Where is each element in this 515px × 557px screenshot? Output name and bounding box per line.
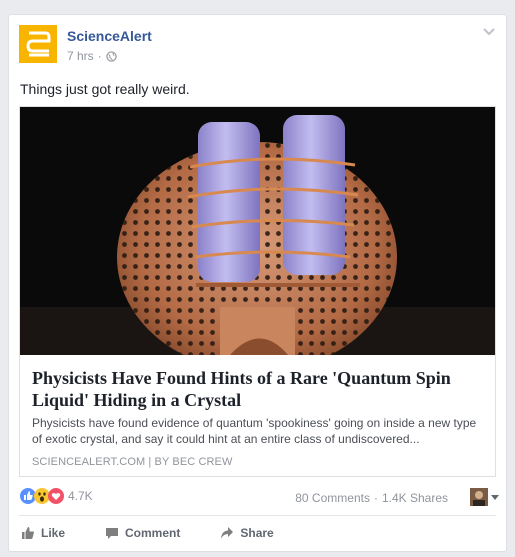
user-avatar-icon <box>470 488 488 506</box>
page-avatar[interactable] <box>19 25 57 63</box>
article-byline: BY BEC CREW <box>154 456 233 468</box>
actions-divider <box>19 515 496 516</box>
comment-icon <box>106 528 119 539</box>
caret-down-icon[interactable] <box>491 495 499 500</box>
globe-icon[interactable] <box>106 50 117 62</box>
news-feed-post: ScienceAlert 7 hrs · Things just got rea… <box>8 14 507 552</box>
chevron-down-icon[interactable] <box>482 27 496 37</box>
share-button[interactable]: Share <box>220 526 274 540</box>
article-source: SCIENCEALERT.COM | BY BEC CREW <box>32 456 232 468</box>
post-message: Things just got really weird. <box>20 81 190 97</box>
crystal-photo-image <box>20 107 495 372</box>
sciencealert-logo-icon <box>19 25 57 63</box>
comments-count[interactable]: 80 Comments <box>295 491 370 505</box>
post-meta: 7 hrs · <box>67 49 117 63</box>
meta-separator: · <box>97 49 102 63</box>
share-arrow-icon <box>221 527 234 539</box>
like-button[interactable]: Like <box>21 526 65 540</box>
comment-button[interactable]: Comment <box>105 526 180 540</box>
article-description: Physicists have found evidence of quantu… <box>32 416 477 446</box>
comment-label: Comment <box>125 526 181 540</box>
link-preview-card[interactable]: Physicists Have Found Hints of a Rare 'Q… <box>19 106 496 477</box>
stats-separator: · <box>373 491 378 505</box>
shares-count[interactable]: 1.4K Shares <box>382 491 448 505</box>
article-domain: SCIENCEALERT.COM <box>32 456 146 468</box>
article-thumbnail[interactable] <box>20 107 495 372</box>
thumbs-up-icon <box>22 527 34 539</box>
byline-separator: | <box>148 456 152 468</box>
post-actions-bar: Like Comment Share <box>9 520 506 546</box>
reaction-count[interactable]: 4.7K <box>68 489 93 503</box>
share-label: Share <box>240 526 274 540</box>
like-label: Like <box>41 526 66 540</box>
engagement-stats: 80 Comments · 1.4K Shares <box>295 491 448 505</box>
page-name-link[interactable]: ScienceAlert <box>67 28 152 44</box>
love-icon <box>48 488 64 504</box>
article-headline[interactable]: Physicists Have Found Hints of a Rare 'Q… <box>32 367 487 411</box>
post-timestamp[interactable]: 7 hrs <box>67 49 94 63</box>
reaction-summary[interactable]: 4.7K <box>20 488 93 504</box>
viewer-avatar[interactable] <box>470 488 488 506</box>
